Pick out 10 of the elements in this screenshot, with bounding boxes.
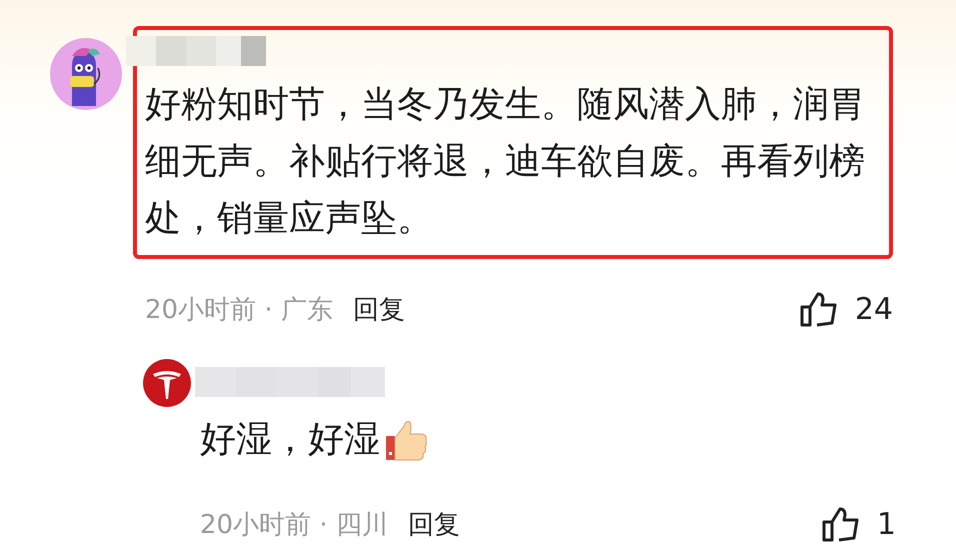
like-count: 24 (854, 292, 893, 326)
comment-text: 好湿，好湿 (200, 418, 380, 462)
reply-link[interactable]: 回复 (352, 292, 405, 326)
like-count: 1 (876, 506, 896, 542)
comment-text: 好粉知时节，当冬乃发生。随风潜入肺，润胃细无声。补贴行将退，迪车欲自废。再看列榜处，销量应声坠。 (145, 83, 865, 241)
avatar-icon[interactable] (50, 38, 122, 110)
avatar-icon[interactable] (143, 359, 191, 407)
reply-link[interactable]: 回复 (408, 506, 460, 542)
comment-meta: 20小时前 · 四川 (200, 508, 388, 542)
comment-meta: 20小时前 · 广东 (145, 294, 333, 326)
